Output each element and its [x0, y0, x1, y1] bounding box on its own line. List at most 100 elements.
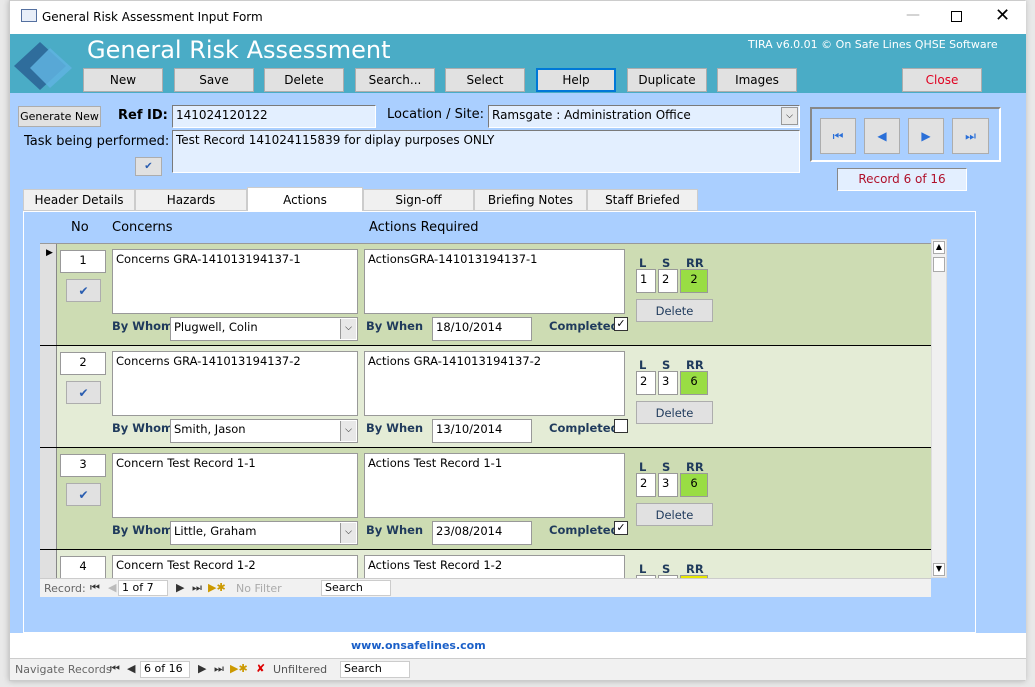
row-number: 2: [60, 352, 106, 375]
main-filter-status[interactable]: Unfiltered: [273, 663, 327, 676]
rr-label: RR: [686, 358, 704, 372]
maximize-button[interactable]: [951, 11, 962, 22]
previous-record-icon[interactable]: ◀: [864, 118, 900, 154]
website-link[interactable]: www.onsafelines.com: [351, 639, 486, 652]
scroll-down-icon[interactable]: ▼: [933, 563, 945, 576]
main-last-icon[interactable]: ⏭: [214, 662, 224, 676]
by-when-label: By When: [366, 523, 424, 537]
subform-position-field[interactable]: 1 of 7: [118, 580, 168, 596]
likelihood-field[interactable]: 1: [636, 269, 656, 293]
action-row: 2 Concerns GRA-141013194137-2 Actions GRA-…: [40, 346, 931, 448]
delete-button[interactable]: Delete: [264, 68, 344, 92]
record-selector[interactable]: [40, 448, 57, 549]
scroll-up-icon[interactable]: ▲: [933, 241, 945, 254]
chevron-down-icon[interactable]: ⌵: [340, 421, 356, 441]
record-selector[interactable]: [40, 550, 57, 578]
spell-check-icon[interactable]: ✔: [135, 157, 162, 176]
chevron-down-icon[interactable]: ⌵: [781, 107, 798, 125]
severity-field[interactable]: 2: [658, 269, 678, 293]
subform-prev-icon[interactable]: ◀: [108, 581, 116, 594]
spell-check-icon[interactable]: ✔: [66, 279, 101, 302]
new-button[interactable]: New: [83, 68, 163, 92]
completed-checkbox[interactable]: ✓: [614, 521, 628, 535]
title-bar: General Risk Assessment Input Form — ✕: [10, 1, 1026, 34]
subform-first-icon[interactable]: ⏮: [90, 581, 100, 595]
completed-checkbox[interactable]: [614, 419, 628, 433]
action-row: ▶ 1 Concerns GRA-141013194137-1 ActionsGRA-…: [40, 244, 931, 346]
tab-sign-off[interactable]: Sign-off: [363, 189, 474, 211]
select-button[interactable]: Select: [445, 68, 525, 92]
by-whom-select[interactable]: Little, Graham ⌵: [170, 521, 358, 545]
task-label: Task being performed:: [24, 134, 170, 149]
by-whom-select[interactable]: Plugwell, Colin ⌵: [170, 317, 358, 341]
subform-last-icon[interactable]: ⏭: [192, 581, 202, 595]
version-text: TIRA v6.0.01 © On Safe Lines QHSE Softwa…: [748, 38, 998, 51]
by-when-field[interactable]: 18/10/2014: [432, 317, 532, 341]
tab-briefing-notes[interactable]: Briefing Notes: [474, 189, 587, 211]
main-new-record-icon[interactable]: ▶✱: [230, 662, 248, 675]
ref-id-label: Ref ID:: [118, 108, 168, 123]
by-when-field[interactable]: 13/10/2014: [432, 419, 532, 443]
actions-field[interactable]: ActionsGRA-141013194137-1: [364, 249, 625, 314]
likelihood-field[interactable]: 2: [636, 371, 656, 395]
location-select[interactable]: Ramsgate : Administration Office ⌵: [488, 105, 800, 128]
tab-header-details[interactable]: Header Details: [23, 189, 135, 211]
severity-field[interactable]: 3: [658, 371, 678, 395]
footer: www.onsafelines.com: [10, 633, 1026, 658]
window-title: General Risk Assessment Input Form: [42, 10, 263, 24]
subform-next-icon[interactable]: ▶: [176, 581, 184, 594]
main-position-field[interactable]: 6 of 16: [140, 661, 190, 678]
actions-field[interactable]: Actions GRA-141013194137-2: [364, 351, 625, 416]
record-selector[interactable]: [40, 346, 57, 447]
action-row: 4 Concern Test Record 1-2 Actions Test Rec…: [40, 550, 931, 578]
duplicate-button[interactable]: Duplicate: [627, 68, 707, 92]
concerns-field[interactable]: Concerns GRA-141013194137-2: [112, 351, 358, 416]
last-record-icon[interactable]: ⏭: [952, 118, 989, 154]
main-first-icon[interactable]: ⏮: [110, 662, 120, 676]
chevron-down-icon[interactable]: ⌵: [340, 319, 356, 339]
actions-field[interactable]: Actions Test Record 1-1: [364, 453, 625, 518]
delete-row-button[interactable]: Delete: [636, 401, 713, 424]
subform-filter-status[interactable]: No Filter: [236, 582, 282, 595]
images-button[interactable]: Images: [717, 68, 797, 92]
concerns-field[interactable]: Concern Test Record 1-2: [112, 555, 358, 578]
by-whom-value: Smith, Jason: [174, 422, 246, 436]
record-selector[interactable]: ▶: [40, 244, 57, 345]
main-prev-icon[interactable]: ◀: [127, 662, 135, 675]
close-window-button[interactable]: ✕: [995, 5, 1010, 26]
concerns-field[interactable]: Concern Test Record 1-1: [112, 453, 358, 518]
spell-check-icon[interactable]: ✔: [66, 381, 101, 404]
next-record-icon[interactable]: ▶: [908, 118, 944, 154]
close-button[interactable]: Close: [902, 68, 982, 92]
subform-scrollbar[interactable]: ▲ ▼: [931, 239, 947, 578]
tab-actions[interactable]: Actions: [247, 187, 363, 211]
main-search-field[interactable]: Search: [340, 661, 410, 678]
actions-field[interactable]: Actions Test Record 1-2: [364, 555, 625, 578]
chevron-down-icon[interactable]: ⌵: [340, 523, 356, 543]
by-when-field[interactable]: 23/08/2014: [432, 521, 532, 545]
subform-search-field[interactable]: Search: [321, 580, 391, 596]
ref-id-field[interactable]: 141024120122: [172, 105, 376, 128]
record-counter: Record 6 of 16: [837, 168, 967, 191]
generate-new-button[interactable]: Generate New: [18, 106, 101, 127]
delete-row-button[interactable]: Delete: [636, 503, 713, 526]
delete-row-button[interactable]: Delete: [636, 299, 713, 322]
tab-hazards[interactable]: Hazards: [135, 189, 247, 211]
concerns-field[interactable]: Concerns GRA-141013194137-1: [112, 249, 358, 314]
spell-check-icon[interactable]: ✔: [66, 483, 101, 506]
logo-icon: [14, 42, 72, 90]
minimize-button[interactable]: —: [906, 7, 920, 23]
subform-new-record-icon[interactable]: ▶✱: [208, 581, 226, 594]
by-whom-select[interactable]: Smith, Jason ⌵: [170, 419, 358, 443]
scroll-thumb[interactable]: [933, 257, 945, 272]
save-button[interactable]: Save: [174, 68, 254, 92]
tab-staff-briefed[interactable]: Staff Briefed: [587, 189, 698, 211]
help-button[interactable]: Help: [536, 68, 616, 92]
main-next-icon[interactable]: ▶: [198, 662, 206, 675]
likelihood-field[interactable]: 2: [636, 473, 656, 497]
completed-checkbox[interactable]: ✓: [614, 317, 628, 331]
severity-field[interactable]: 3: [658, 473, 678, 497]
first-record-icon[interactable]: ⏮: [820, 118, 856, 154]
task-field[interactable]: Test Record 141024115839 for diplay purp…: [172, 130, 800, 173]
search-button[interactable]: Search...: [355, 68, 435, 92]
